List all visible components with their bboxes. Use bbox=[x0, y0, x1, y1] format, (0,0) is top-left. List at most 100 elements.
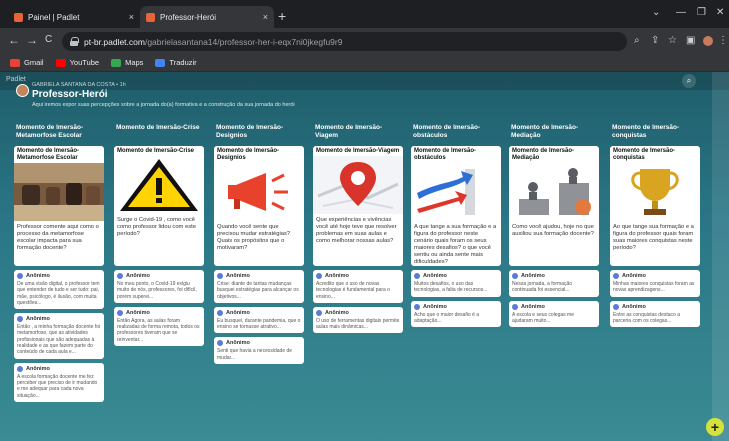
comment-card[interactable]: Anônimo Então Agora, as aulas foram reali… bbox=[114, 306, 204, 347]
post-title: Momento de Imersão-Crise bbox=[117, 148, 195, 154]
wall-title: Professor-Herói bbox=[32, 89, 108, 100]
post-card[interactable]: Momento de Imersão-Metamorfose Escolar Pr… bbox=[14, 146, 104, 266]
share-icon[interactable]: ⇪ bbox=[651, 35, 659, 46]
column-heading[interactable]: Momento de Imersão-Metamorfose Escolar bbox=[14, 124, 104, 146]
post-card[interactable]: Momento de Imersão-obstáculos A que tange… bbox=[411, 146, 501, 266]
tab-professor-heroi[interactable]: Professor-Herói × bbox=[140, 6, 274, 28]
comment-author: Anônimo bbox=[512, 273, 596, 279]
address-bar[interactable]: pt-br.padlet.com /gabrielasantana14/prof… bbox=[62, 32, 627, 51]
profile-avatar[interactable] bbox=[703, 36, 713, 46]
close-window-button[interactable]: ✕ bbox=[716, 7, 724, 18]
post-caption: Ao que tange sua formação e a figura do … bbox=[613, 224, 694, 251]
comment-card[interactable]: Anônimo A escola formação docente me fez … bbox=[14, 362, 104, 402]
new-tab-button[interactable]: + bbox=[278, 8, 286, 24]
user-avatar-icon bbox=[117, 273, 123, 279]
bookmark-label: Gmail bbox=[24, 58, 44, 67]
zoom-icon[interactable]: ⌕ bbox=[634, 35, 640, 46]
browser-toolbar: ← → C pt-br.padlet.com /gabrielasantana1… bbox=[0, 28, 729, 54]
comment-card[interactable]: Anônimo Minhas maiores conquistas foram a… bbox=[610, 270, 700, 297]
comment-author: Anônimo bbox=[512, 303, 596, 310]
post-caption: A que tange a sua formação e a figura do… bbox=[414, 224, 497, 265]
wall-column: Momento de Imersão-obstáculos Momento de … bbox=[411, 124, 501, 441]
wall-column: Momento de Imersão-Crise Momento de Imers… bbox=[114, 124, 204, 441]
post-card[interactable]: Momento de Imersão-Viagem Que experiência… bbox=[313, 146, 403, 266]
add-post-button[interactable]: + bbox=[706, 418, 724, 436]
comment-author: Anônimo bbox=[17, 365, 101, 372]
column-heading[interactable]: Momento de Imersão-Crise bbox=[114, 124, 204, 146]
sidepanel-icon[interactable]: ▣ bbox=[686, 35, 695, 46]
comment-text: De uma visão digital, o professor tem qu… bbox=[17, 281, 100, 306]
bookmark-youtube[interactable]: YouTube bbox=[55, 58, 100, 67]
comment-author-name: Anônimo bbox=[26, 316, 50, 323]
comment-text: Eu busquei, durante pandemia, que o ensi… bbox=[217, 317, 301, 331]
column-heading[interactable]: Momento de Imersão-Viagem bbox=[313, 124, 403, 146]
post-title: Momento de Imersão-obstáculos bbox=[414, 148, 477, 161]
post-card[interactable]: Momento de Imersão-Mediação Como você aju… bbox=[509, 146, 599, 266]
wall-column: Momento de Imersão-Viagem Momento de Imer… bbox=[313, 124, 403, 441]
comment-author: Anônimo bbox=[217, 309, 301, 316]
tab-search-icon[interactable]: ⌄ bbox=[652, 7, 660, 18]
comment-card[interactable]: Anônimo Crise: diante de tantas mudanças … bbox=[214, 270, 304, 303]
comment-author: Anônimo bbox=[613, 273, 697, 279]
post-card[interactable]: Momento de Imersão-Designios Quando você … bbox=[214, 146, 304, 266]
wall-column: Momento de Imersão-Metamorfose Escolar Mo… bbox=[14, 124, 104, 441]
post-title: Momento de Imersão-Metamorfose Escolar bbox=[17, 148, 80, 161]
bookmark-traduzir[interactable]: Traduzir bbox=[155, 58, 197, 67]
comment-author-name: Anônimo bbox=[521, 303, 545, 310]
comment-card[interactable]: Anônimo Acho que o maior desafio é a adap… bbox=[411, 300, 501, 328]
bookmarks-bar: Gmail YouTube Maps Traduzir bbox=[0, 54, 729, 72]
column-heading[interactable]: Momento de Imersão-obstáculos bbox=[411, 124, 501, 146]
column-heading[interactable]: Momento de Imersão-Mediação bbox=[509, 124, 599, 146]
wall-column: Momento de Imersão-conquistas Momento de … bbox=[610, 124, 700, 441]
comment-card[interactable]: Anônimo Senti que havia a necessidade de … bbox=[214, 337, 304, 365]
bookmark-label: Traduzir bbox=[169, 58, 197, 67]
bookmark-gmail[interactable]: Gmail bbox=[10, 58, 44, 67]
comment-author-name: Anônimo bbox=[622, 273, 646, 279]
comment-author-name: Anônimo bbox=[126, 273, 150, 279]
author-avatar bbox=[16, 84, 29, 97]
comment-card[interactable]: Anônimo Muitos desafios, o uso das tecnol… bbox=[411, 270, 501, 297]
comment-author-name: Anônimo bbox=[226, 340, 250, 347]
comment-card[interactable]: Anônimo Então , a minha formação docente … bbox=[14, 313, 104, 359]
bookmark-maps[interactable]: Maps bbox=[111, 58, 143, 67]
tab-close-icon[interactable]: × bbox=[263, 12, 268, 22]
comment-card[interactable]: Anônimo Nessa jornada, a formação continu… bbox=[509, 270, 599, 297]
post-caption: Professor comente aqui como o processo d… bbox=[17, 224, 99, 251]
trophy-icon bbox=[610, 163, 700, 221]
browser-tab-bar: Painel | Padlet × Professor-Herói × + ⌄ … bbox=[0, 0, 729, 28]
post-card[interactable]: Momento de Imersão-Crise Surge o Covid-19… bbox=[114, 146, 204, 266]
comment-card[interactable]: Anônimo A escola e seus colegas me ajudar… bbox=[509, 300, 599, 328]
reload-button[interactable]: C bbox=[45, 34, 52, 45]
post-caption: Surge o Covid-19 , como você como profes… bbox=[117, 217, 196, 237]
comment-card[interactable]: Anônimo De uma visão digital, o professor… bbox=[14, 270, 104, 310]
padlet-brand[interactable]: Padlet bbox=[6, 76, 26, 83]
comment-card[interactable]: Anônimo Eu busquei, durante pandemia, que… bbox=[214, 306, 304, 334]
minimize-button[interactable]: — bbox=[676, 7, 686, 18]
menu-icon[interactable]: ⋮ bbox=[718, 35, 728, 46]
comment-text: O uso de ferramentas digitais permite au… bbox=[316, 317, 400, 331]
tab-title: Professor-Herói bbox=[160, 12, 217, 22]
comment-card[interactable]: Anônimo O uso de ferramentas digitais per… bbox=[313, 306, 403, 334]
forward-button[interactable]: → bbox=[26, 33, 38, 47]
comment-text: Crise: diante de tantas mudanças busquei… bbox=[217, 281, 299, 300]
post-card[interactable]: Momento de Imersão-conquistas Ao que tang… bbox=[610, 146, 700, 266]
star-icon[interactable]: ☆ bbox=[668, 35, 677, 46]
bookmark-label: YouTube bbox=[69, 58, 100, 67]
column-heading[interactable]: Momento de Imersão-conquistas bbox=[610, 124, 700, 146]
maximize-button[interactable]: ❐ bbox=[697, 7, 706, 18]
back-button[interactable]: ← bbox=[8, 33, 20, 47]
comment-card[interactable]: Anônimo Acredito que o uso de novas tecno… bbox=[313, 270, 403, 303]
comment-card[interactable]: Anônimo No meu ponto, o Covid-19 exigiu m… bbox=[114, 270, 204, 303]
column-heading[interactable]: Momento de Imersão-Designios bbox=[214, 124, 304, 146]
comment-card[interactable]: Anônimo Entre as conquistas destaco a par… bbox=[610, 300, 700, 328]
search-button[interactable]: ⌕ bbox=[682, 74, 696, 88]
tab-painel-padlet[interactable]: Painel | Padlet × bbox=[8, 6, 140, 28]
comment-author: Anônimo bbox=[217, 340, 301, 347]
post-caption: Como você ajudou, hoje no que auxiliou s… bbox=[512, 224, 594, 237]
comment-author: Anônimo bbox=[414, 303, 498, 310]
tab-close-icon[interactable]: × bbox=[129, 12, 134, 22]
lock-icon bbox=[70, 37, 79, 46]
user-avatar-icon bbox=[414, 303, 420, 310]
user-avatar-icon bbox=[17, 365, 23, 372]
comment-author-name: Anônimo bbox=[26, 273, 50, 279]
